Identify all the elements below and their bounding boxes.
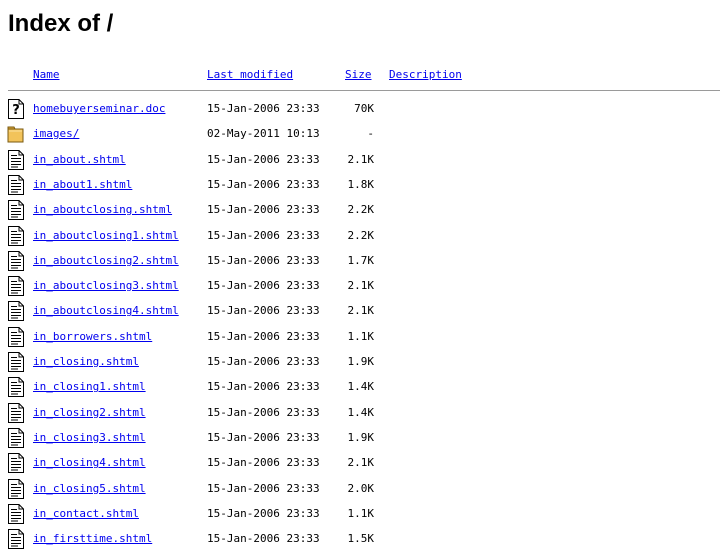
size-cell: 2.1K [347, 304, 375, 318]
file-link[interactable]: images/ [33, 127, 79, 141]
last-modified-cell: 15-Jan-2006 23:33 [207, 102, 320, 115]
table-row: in_about1.shtml 15-Jan-2006 23:33 1.8K [0, 174, 727, 199]
table-row: in_closing5.shtml 15-Jan-2006 23:33 2.0K [0, 478, 727, 503]
table-row: in_closing.shtml 15-Jan-2006 23:33 1.9K [0, 351, 727, 376]
file-link[interactable]: in_aboutclosing1.shtml [33, 229, 179, 243]
text-file-icon[interactable] [7, 351, 25, 373]
unknown-file-icon[interactable]: ? [7, 98, 25, 120]
last-modified-cell: 15-Jan-2006 23:33 [207, 456, 320, 470]
size-cell: - [367, 127, 374, 141]
size-cell: 2.2K [347, 203, 375, 217]
file-link[interactable]: homebuyerseminar.doc [33, 102, 165, 116]
text-file-icon[interactable] [7, 528, 25, 550]
svg-text:?: ? [12, 103, 20, 118]
file-link[interactable]: in_firsttime.shtml [33, 532, 152, 546]
text-file-icon[interactable] [7, 503, 25, 525]
file-link[interactable]: in_closing3.shtml [33, 431, 146, 445]
size-cell: 1.4K [347, 380, 375, 394]
text-file-icon[interactable] [7, 225, 25, 247]
text-file-icon[interactable] [7, 427, 25, 449]
size-cell: 1.8K [347, 177, 375, 191]
last-modified-cell: 15-Jan-2006 23:33 [207, 329, 320, 343]
column-header-size[interactable]: Size [345, 68, 372, 82]
table-row: in_aboutclosing.shtml 15-Jan-2006 23:33 2.… [0, 199, 727, 224]
table-row: in_borrowers.shtml 15-Jan-2006 23:33 1.1K [0, 326, 727, 351]
last-modified-cell: 15-Jan-2006 23:33 [207, 532, 320, 546]
last-modified-cell: 15-Jan-2006 23:33 [207, 152, 320, 166]
size-cell: 1.1K [347, 506, 375, 520]
table-row: in_aboutclosing3.shtml 15-Jan-2006 23:33 2… [0, 275, 727, 300]
column-header-last-modified[interactable]: Last modified [207, 68, 293, 82]
size-cell: 1.4K [347, 405, 375, 419]
size-cell: 2.1K [347, 456, 375, 470]
table-row: in_about.shtml 15-Jan-2006 23:33 2.1K [0, 149, 727, 174]
file-link[interactable]: in_about.shtml [33, 153, 126, 167]
table-row: in_closing1.shtml 15-Jan-2006 23:33 1.4K [0, 376, 727, 401]
last-modified-cell: 02-May-2011 10:13 [207, 127, 320, 141]
table-row: in_closing2.shtml 15-Jan-2006 23:33 1.4K [0, 402, 727, 427]
file-link[interactable]: in_closing1.shtml [33, 380, 146, 394]
last-modified-cell: 15-Jan-2006 23:33 [207, 430, 320, 444]
table-row: in_aboutclosing1.shtml 15-Jan-2006 23:33 2… [0, 225, 727, 250]
size-cell: 1.7K [347, 253, 375, 267]
size-cell: 2.2K [347, 228, 375, 242]
last-modified-cell: 15-Jan-2006 23:33 [207, 253, 320, 267]
size-cell: 1.5K [347, 532, 375, 546]
file-link[interactable]: in_closing.shtml [33, 355, 139, 369]
table-row: in_closing4.shtml 15-Jan-2006 23:33 2.1K [0, 452, 727, 477]
size-cell: 1.9K [347, 430, 375, 444]
column-header-name[interactable]: Name [33, 68, 60, 82]
last-modified-cell: 15-Jan-2006 23:33 [207, 177, 320, 191]
text-file-icon[interactable] [7, 149, 25, 171]
last-modified-cell: 15-Jan-2006 23:33 [207, 304, 320, 318]
last-modified-cell: 15-Jan-2006 23:33 [207, 203, 320, 217]
last-modified-cell: 15-Jan-2006 23:33 [207, 355, 320, 368]
file-link[interactable]: in_aboutclosing.shtml [33, 203, 172, 217]
last-modified-cell: 15-Jan-2006 23:33 [207, 228, 320, 242]
table-row: in_aboutclosing4.shtml 15-Jan-2006 23:33 2… [0, 300, 727, 325]
text-file-icon[interactable] [7, 199, 25, 221]
file-link[interactable]: in_aboutclosing3.shtml [33, 279, 179, 293]
last-modified-cell: 15-Jan-2006 23:33 [207, 506, 320, 520]
text-file-icon[interactable] [7, 174, 25, 196]
size-cell: 2.1K [347, 279, 375, 293]
table-row: in_contact.shtml 15-Jan-2006 23:33 1.1K [0, 503, 727, 528]
header-divider [8, 90, 720, 91]
text-file-icon[interactable] [7, 452, 25, 474]
text-file-icon[interactable] [7, 376, 25, 398]
size-cell: 2.1K [347, 152, 375, 166]
table-row: in_aboutclosing2.shtml 15-Jan-2006 23:33 1… [0, 250, 727, 275]
size-cell: 1.1K [347, 329, 375, 343]
file-link[interactable]: in_borrowers.shtml [33, 330, 152, 344]
table-row: images/02-May-2011 10:13 - [0, 123, 727, 148]
text-file-icon[interactable] [7, 300, 25, 322]
file-link[interactable]: in_closing2.shtml [33, 406, 146, 420]
text-file-icon[interactable] [7, 326, 25, 348]
file-link[interactable]: in_closing4.shtml [33, 456, 146, 470]
size-cell: 70K [354, 102, 374, 115]
file-link[interactable]: in_contact.shtml [33, 507, 139, 521]
page-title: Index of / [8, 10, 114, 37]
size-cell: 1.9K [347, 355, 375, 368]
last-modified-cell: 15-Jan-2006 23:33 [207, 380, 320, 394]
text-file-icon[interactable] [7, 478, 25, 500]
file-link[interactable]: in_about1.shtml [33, 178, 132, 192]
text-file-icon[interactable] [7, 402, 25, 424]
folder-icon[interactable] [7, 123, 25, 145]
column-header-description[interactable]: Description [389, 68, 462, 82]
text-file-icon[interactable] [7, 250, 25, 272]
text-file-icon[interactable] [7, 275, 25, 297]
file-link[interactable]: in_aboutclosing4.shtml [33, 304, 179, 318]
last-modified-cell: 15-Jan-2006 23:33 [207, 279, 320, 293]
table-row: ? homebuyerseminar.doc 15-Jan-2006 23:33 70… [0, 98, 727, 123]
last-modified-cell: 15-Jan-2006 23:33 [207, 405, 320, 419]
file-link[interactable]: in_closing5.shtml [33, 482, 146, 496]
size-cell: 2.0K [347, 481, 375, 495]
table-row: in_closing3.shtml 15-Jan-2006 23:33 1.9K [0, 427, 727, 452]
last-modified-cell: 15-Jan-2006 23:33 [207, 481, 320, 495]
file-link[interactable]: in_aboutclosing2.shtml [33, 254, 179, 268]
table-row: in_firsttime.shtml 15-Jan-2006 23:33 1.5K [0, 528, 727, 553]
